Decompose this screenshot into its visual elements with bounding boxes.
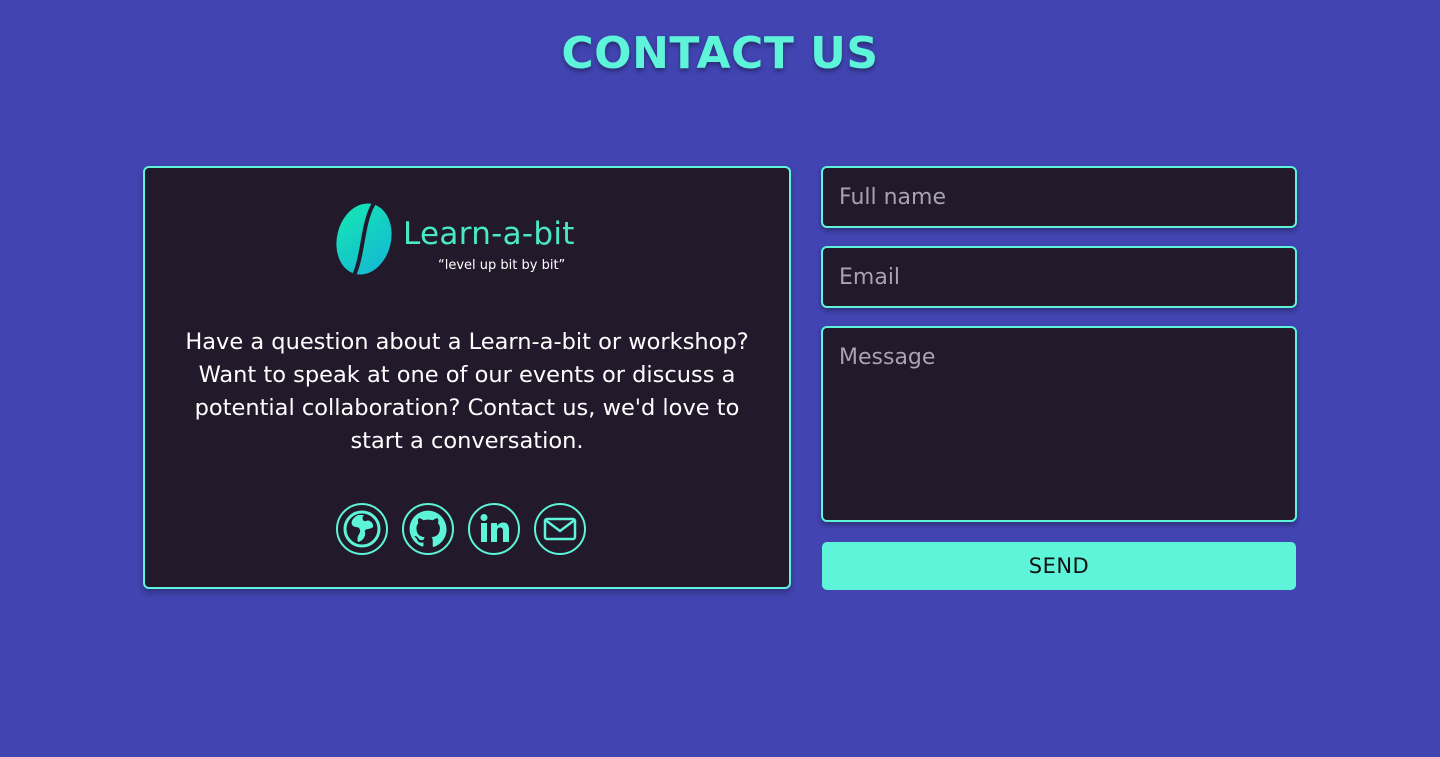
page-title: CONTACT US bbox=[561, 28, 879, 79]
send-button[interactable]: SEND bbox=[822, 542, 1296, 590]
brand-logo: Learn-a-bit “level up bit by bit” bbox=[333, 202, 613, 278]
email-link[interactable] bbox=[534, 503, 586, 555]
brand-tagline: “level up bit by bit” bbox=[438, 258, 566, 273]
contact-description: Have a question about a Learn-a-bit or w… bbox=[185, 329, 749, 454]
globe-icon bbox=[343, 510, 381, 548]
contact-info-card: Learn-a-bit “level up bit by bit” Have a… bbox=[143, 166, 791, 589]
full-name-input[interactable] bbox=[821, 166, 1297, 228]
website-link[interactable] bbox=[336, 503, 388, 555]
email-input[interactable] bbox=[821, 246, 1297, 308]
mail-icon bbox=[543, 517, 577, 541]
message-textarea[interactable] bbox=[821, 326, 1297, 522]
social-links bbox=[336, 503, 586, 559]
brand-name: Learn-a-bit bbox=[403, 216, 575, 252]
logo-bean-icon bbox=[336, 203, 392, 275]
github-icon bbox=[409, 510, 447, 547]
linkedin-link[interactable] bbox=[468, 503, 520, 555]
github-link[interactable] bbox=[402, 503, 454, 555]
linkedin-icon bbox=[480, 514, 509, 542]
